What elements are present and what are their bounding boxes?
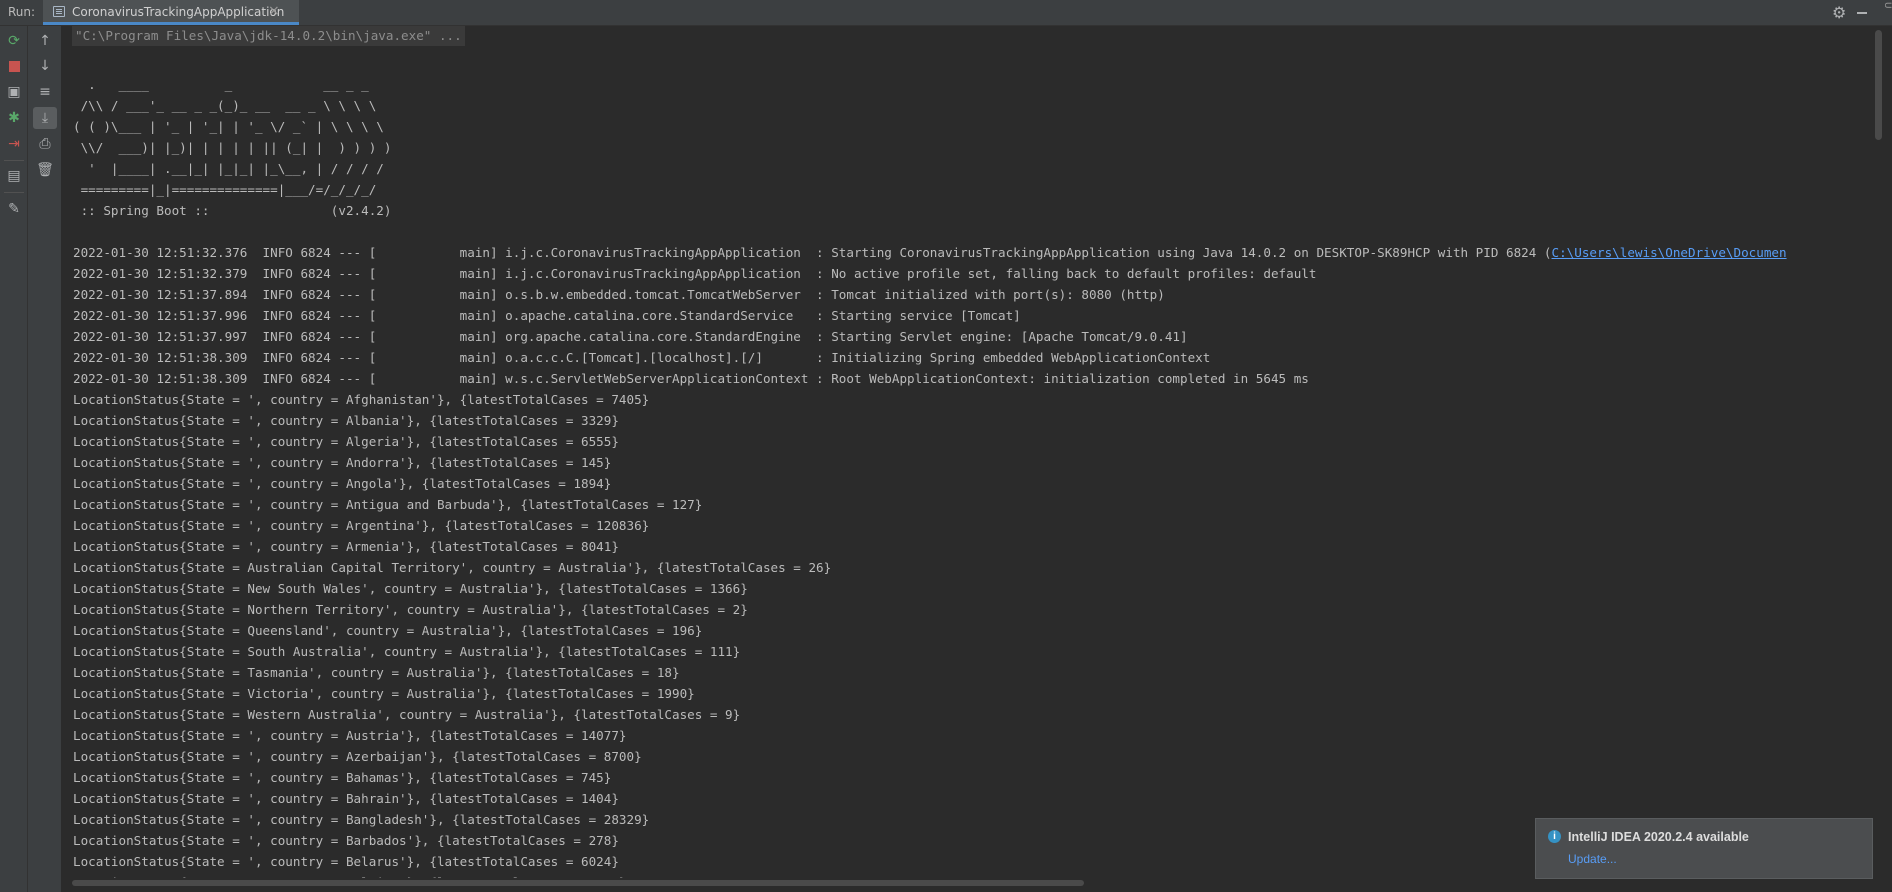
console-line: ( ( )\___ | '_ | '_| | '_ \/ _` | \ \ \ … — [73, 119, 384, 134]
stop-icon[interactable] — [2, 55, 26, 77]
console-line: =========|_|==============|___/=/_/_/_/ — [73, 182, 377, 197]
run-tab[interactable]: CoronavirusTrackingAppApplication × — [43, 0, 299, 25]
run-tool-window-header: Run: CoronavirusTrackingAppApplication ×… — [0, 0, 1892, 26]
console-line: LocationStatus{State = New South Wales',… — [73, 581, 748, 596]
soft-wrap-icon[interactable]: ≡ — [33, 81, 57, 103]
update-link[interactable]: Update... — [1568, 852, 1617, 866]
console-line: 2022-01-30 12:51:38.309 INFO 6824 --- [ … — [73, 350, 1211, 365]
toolbar-separator — [4, 160, 24, 161]
info-icon: i — [1548, 830, 1561, 843]
console-line: /\\ / ___'_ __ _ _(_)_ __ __ _ \ \ \ \ — [73, 98, 377, 113]
console-line: ' |____| .__|_| |_|_| |_\__, | / / / / — [73, 161, 384, 176]
console-line: LocationStatus{State = ', country = Azer… — [73, 749, 642, 764]
console-line: LocationStatus{State = ', country = Alba… — [73, 413, 619, 428]
console-line: LocationStatus{State = Victoria', countr… — [73, 686, 695, 701]
console-line: LocationStatus{State = Queensland', coun… — [73, 623, 703, 638]
gear-icon[interactable]: ⚙ — [1832, 3, 1846, 22]
toolbar-separator — [4, 192, 24, 193]
project-path-link[interactable]: C:\Users\lewis\OneDrive\Documen — [1552, 245, 1787, 260]
console-line: LocationStatus{State = ', country = Barb… — [73, 833, 619, 848]
console-line: LocationStatus{State = ', country = Arge… — [73, 518, 650, 533]
console-line: . ____ _ __ _ _ — [73, 77, 369, 92]
console-line: LocationStatus{State = Northern Territor… — [73, 602, 748, 617]
console-line: LocationStatus{State = ', country = Ando… — [73, 455, 612, 470]
layout-icon[interactable]: ▤ — [2, 165, 26, 187]
console-line: LocationStatus{State = Tasmania', countr… — [73, 665, 680, 680]
console-line: LocationStatus{State = Australian Capita… — [73, 560, 832, 575]
console-line: 2022-01-30 12:51:32.379 INFO 6824 --- [ … — [73, 266, 1317, 281]
close-icon[interactable]: × — [268, 3, 280, 19]
camera-icon[interactable]: ▣ — [2, 81, 26, 103]
hide-icon[interactable] — [1857, 12, 1867, 14]
console-line: 2022-01-30 12:51:32.376 INFO 6824 --- [ … — [73, 245, 1787, 260]
horizontal-scrollbar-thumb[interactable] — [72, 880, 1084, 886]
trash-icon[interactable]: 🗑 — [33, 159, 57, 181]
console-line: 2022-01-30 12:51:37.894 INFO 6824 --- [ … — [73, 287, 1165, 302]
java-command: "C:\Program Files\Java\jdk-14.0.2\bin\ja… — [72, 26, 465, 46]
console-line: LocationStatus{State = ', country = Alge… — [73, 434, 619, 449]
console-toolbar: ↑ ↓ ≡ ⤓ ⎙ 🗑 — [28, 26, 62, 892]
console-line: LocationStatus{State = ', country = Baha… — [73, 770, 612, 785]
console-line: :: Spring Boot :: (v2.4.2) — [73, 203, 392, 218]
console-line: LocationStatus{State = ', country = Bang… — [73, 812, 650, 827]
console-line: LocationStatus{State = ', country = Bela… — [73, 854, 619, 869]
console-line: LocationStatus{State = ', country = Bahr… — [73, 791, 619, 806]
console-line: LocationStatus{State = ', country = Afgh… — [73, 392, 650, 407]
console-line: 2022-01-30 12:51:37.997 INFO 6824 --- [ … — [73, 329, 1188, 344]
console-line: 2022-01-30 12:51:37.996 INFO 6824 --- [ … — [73, 308, 1021, 323]
print-icon[interactable]: ⎙ — [33, 133, 57, 155]
scroll-to-end-icon[interactable]: ⤓ — [33, 107, 57, 129]
pin-icon[interactable]: ✎ — [2, 198, 26, 220]
run-label: Run: — [8, 5, 36, 19]
console-line: LocationStatus{State = Western Australia… — [73, 707, 741, 722]
console-line: \\/ ___)| |_)| | | | | || (_| | ) ) ) ) — [73, 140, 392, 155]
debug-icon[interactable]: ✱ — [2, 107, 26, 129]
vertical-scrollbar-thumb[interactable] — [1875, 30, 1882, 140]
console-line: LocationStatus{State = ', country = Arme… — [73, 539, 619, 554]
update-notification[interactable]: i IntelliJ IDEA 2020.2.4 available Updat… — [1535, 818, 1873, 879]
down-arrow-icon[interactable]: ↓ — [33, 55, 57, 77]
run-tab-label: CoronavirusTrackingAppApplication — [72, 5, 285, 19]
console-line: LocationStatus{State = ', country = Belg… — [73, 872, 627, 878]
rerun-icon[interactable]: ⟳ — [2, 30, 26, 52]
run-config-icon — [53, 6, 65, 17]
vertical-scrollbar[interactable] — [1874, 26, 1892, 892]
console-line: LocationStatus{State = ', country = Aust… — [73, 728, 627, 743]
up-arrow-icon[interactable]: ↑ — [33, 30, 57, 52]
console-line: LocationStatus{State = ', country = Anti… — [73, 497, 703, 512]
run-toolbar-left: ⟳ ▣ ✱ ⇥ ▤ ✎ — [0, 26, 28, 892]
console-output[interactable]: "C:\Program Files\Java\jdk-14.0.2\bin\ja… — [62, 26, 1874, 878]
notification-title: IntelliJ IDEA 2020.2.4 available — [1568, 830, 1749, 844]
console-line: 2022-01-30 12:51:38.309 INFO 6824 --- [ … — [73, 371, 1309, 386]
console-line: LocationStatus{State = South Australia',… — [73, 644, 741, 659]
console-line: LocationStatus{State = ', country = Ango… — [73, 476, 612, 491]
exit-icon[interactable]: ⇥ — [2, 133, 26, 155]
